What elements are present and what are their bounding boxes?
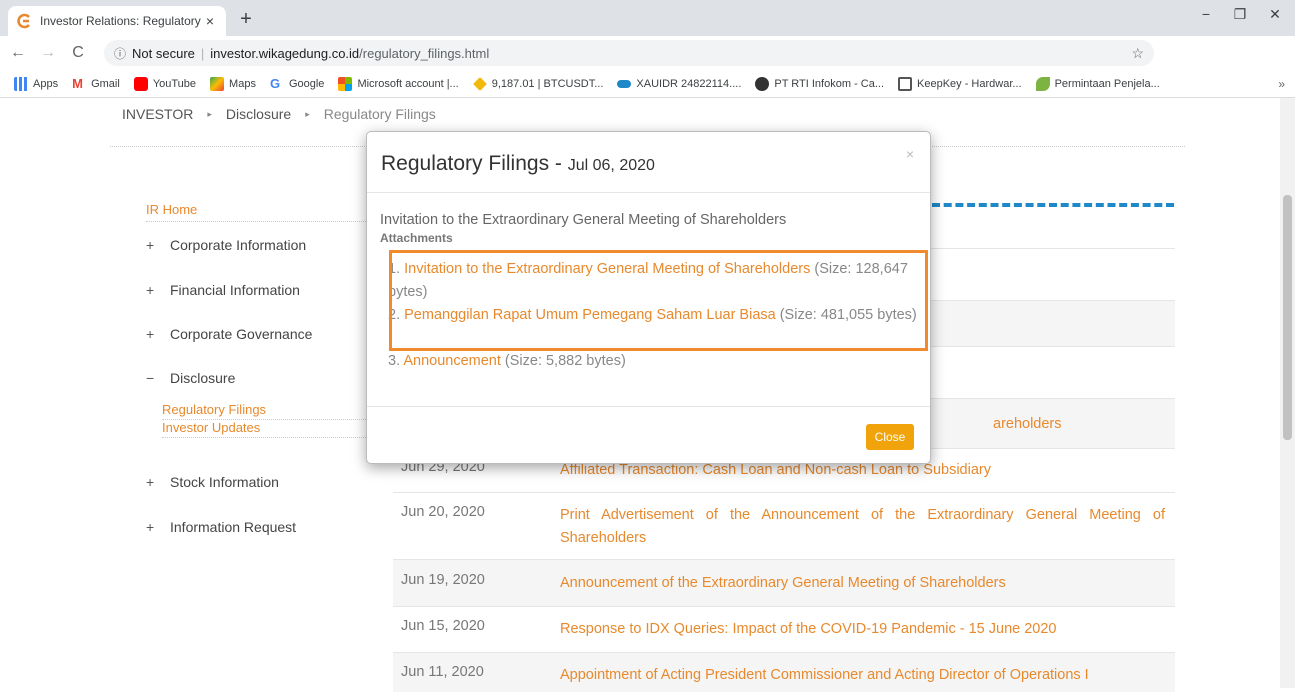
breadcrumb-separator-icon: ▸: [207, 108, 212, 119]
modal-date: Jul 06, 2020: [567, 157, 655, 174]
maps-icon: [210, 76, 225, 91]
wika-favicon-icon: [17, 13, 30, 29]
table-row[interactable]: Jun 15, 2020 Response to IDX Queries: Im…: [393, 606, 1175, 652]
info-icon[interactable]: ⓘ: [114, 45, 126, 62]
scrollbar-thumb[interactable]: [1283, 195, 1292, 440]
table-row[interactable]: Jun 20, 2020 Print Advertisement of the …: [393, 492, 1175, 559]
reload-icon[interactable]: C: [66, 41, 90, 65]
url-path: /regulatory_filings.html: [359, 45, 490, 61]
sidebar-sub-investor-updates[interactable]: Investor Updates: [162, 420, 372, 438]
tab-close-icon[interactable]: ×: [202, 13, 218, 29]
url-separator: |: [200, 45, 205, 61]
sidebar-ir-home[interactable]: IR Home: [146, 202, 366, 222]
collapse-minus-icon: −: [146, 370, 155, 386]
bookmarks-bar: Apps M Gmail YouTube Maps G Google Microso…: [0, 70, 1295, 98]
sidebar-item-corporate-information[interactable]: + Corporate Information: [146, 237, 306, 253]
youtube-icon: [133, 76, 148, 91]
bookmark-youtube[interactable]: YouTube: [133, 76, 196, 91]
filing-title-link[interactable]: Announcement of the Extraordinary Genera…: [560, 572, 1165, 595]
breadcrumb-investor[interactable]: INVESTOR: [122, 106, 193, 122]
address-bar-row: ← → C ⓘ Not secure | investor.wikagedung…: [0, 36, 1295, 98]
breadcrumb-disclosure[interactable]: Disclosure: [226, 106, 291, 122]
filing-title-link[interactable]: Print Advertisement of the Announcement …: [560, 504, 1165, 550]
forward-arrow-icon[interactable]: →: [36, 41, 60, 65]
security-label: Not secure: [132, 45, 195, 61]
modal-title: Regulatory Filings - Jul 06, 2020: [381, 152, 655, 175]
sidebar-item-information-request[interactable]: + Information Request: [146, 519, 296, 535]
tab-title: Investor Relations: Regulatory Fil: [40, 14, 202, 28]
bookmark-gmail[interactable]: M Gmail: [72, 75, 120, 91]
globe-icon: [755, 76, 770, 91]
table-row[interactable]: Jun 19, 2020 Announcement of the Extraor…: [393, 559, 1175, 606]
sidebar-item-corporate-governance[interactable]: + Corporate Governance: [146, 326, 312, 342]
attachments-label: Attachments: [380, 231, 453, 245]
section-accent-line: [932, 203, 1174, 207]
back-arrow-icon[interactable]: ←: [6, 41, 30, 65]
filing-date: Jun 19, 2020: [401, 572, 485, 588]
filing-title-link[interactable]: areholders: [993, 413, 1173, 436]
bookmark-xauidr[interactable]: XAUIDR 24822114....: [617, 78, 741, 90]
sidebar-item-disclosure[interactable]: − Disclosure: [146, 370, 235, 386]
bookmark-star-icon[interactable]: ☆: [1131, 45, 1144, 62]
bookmarks-more-icon[interactable]: »: [1278, 77, 1285, 91]
gmail-icon: M: [72, 75, 83, 91]
close-button[interactable]: Close: [866, 424, 914, 450]
bookmark-microsoft[interactable]: Microsoft account |...: [338, 76, 459, 91]
annotation-highlight-box: [389, 250, 928, 351]
expand-plus-icon: +: [146, 237, 155, 253]
breadcrumb-separator-icon: ▸: [305, 108, 310, 119]
browser-tab[interactable]: Investor Relations: Regulatory Fil ×: [8, 6, 226, 36]
modal-footer: Close: [367, 406, 930, 464]
new-tab-button[interactable]: +: [234, 8, 258, 32]
sidebar-item-financial-information[interactable]: + Financial Information: [146, 282, 300, 298]
filing-title-link[interactable]: Response to IDX Queries: Impact of the C…: [560, 618, 1165, 641]
bookmark-apps[interactable]: Apps: [14, 76, 58, 91]
filing-date: Jun 11, 2020: [401, 664, 484, 680]
breadcrumb-current: Regulatory Filings: [323, 106, 436, 122]
bookmark-permintaan[interactable]: Permintaan Penjela...: [1035, 76, 1160, 91]
minimize-button[interactable]: −: [1194, 6, 1218, 22]
leaf-icon: [1035, 76, 1050, 91]
expand-plus-icon: +: [146, 519, 155, 535]
filing-date: Jun 20, 2020: [401, 504, 485, 520]
filing-date: Jun 15, 2020: [401, 618, 485, 634]
sidebar-item-stock-information[interactable]: + Stock Information: [146, 474, 279, 490]
maximize-button[interactable]: ❐: [1228, 6, 1252, 23]
sidebar-sub-regulatory-filings[interactable]: Regulatory Filings: [162, 402, 372, 420]
url-bar[interactable]: ⓘ Not secure | investor.wikagedung.co.id…: [104, 40, 1154, 66]
expand-plus-icon: +: [146, 474, 155, 490]
google-icon: G: [269, 75, 281, 91]
attachment-item: 3. Announcement (Size: 5,882 bytes): [388, 353, 626, 369]
bookmark-maps[interactable]: Maps: [210, 76, 256, 91]
binance-icon: [472, 76, 487, 91]
tab-strip: Investor Relations: Regulatory Fil × + −…: [0, 0, 1295, 36]
modal-close-icon[interactable]: ×: [906, 146, 914, 162]
keepkey-icon: [898, 76, 913, 91]
url-host: investor.wikagedung.co.id: [210, 45, 360, 61]
microsoft-icon: [338, 76, 353, 91]
bookmark-keepkey[interactable]: KeepKey - Hardwar...: [898, 76, 1022, 91]
cloud-icon: [617, 79, 632, 88]
modal-header: Regulatory Filings - Jul 06, 2020 ×: [367, 132, 930, 193]
bookmark-btcusdt[interactable]: 9,187.01 | BTCUSDT...: [472, 76, 603, 91]
modal-body: Invitation to the Extraordinary General …: [380, 212, 920, 369]
close-window-button[interactable]: ✕: [1263, 6, 1287, 23]
filing-title-link[interactable]: Appointment of Acting President Commissi…: [560, 664, 1165, 687]
expand-plus-icon: +: [146, 326, 155, 342]
bookmark-google[interactable]: G Google: [269, 75, 324, 91]
sidebar-nav: IR Home + Corporate Information + Financia…: [146, 202, 372, 535]
filing-description: Invitation to the Extraordinary General …: [380, 212, 787, 228]
expand-plus-icon: +: [146, 282, 155, 298]
table-row[interactable]: Jun 11, 2020 Appointment of Acting Presi…: [393, 652, 1175, 692]
attachment-link[interactable]: Announcement: [403, 353, 501, 369]
breadcrumb: INVESTOR ▸ Disclosure ▸ Regulatory Filin…: [122, 106, 436, 122]
apps-grid-icon: [14, 76, 28, 91]
bookmark-pt-rti[interactable]: PT RTI Infokom - Ca...: [755, 76, 884, 91]
